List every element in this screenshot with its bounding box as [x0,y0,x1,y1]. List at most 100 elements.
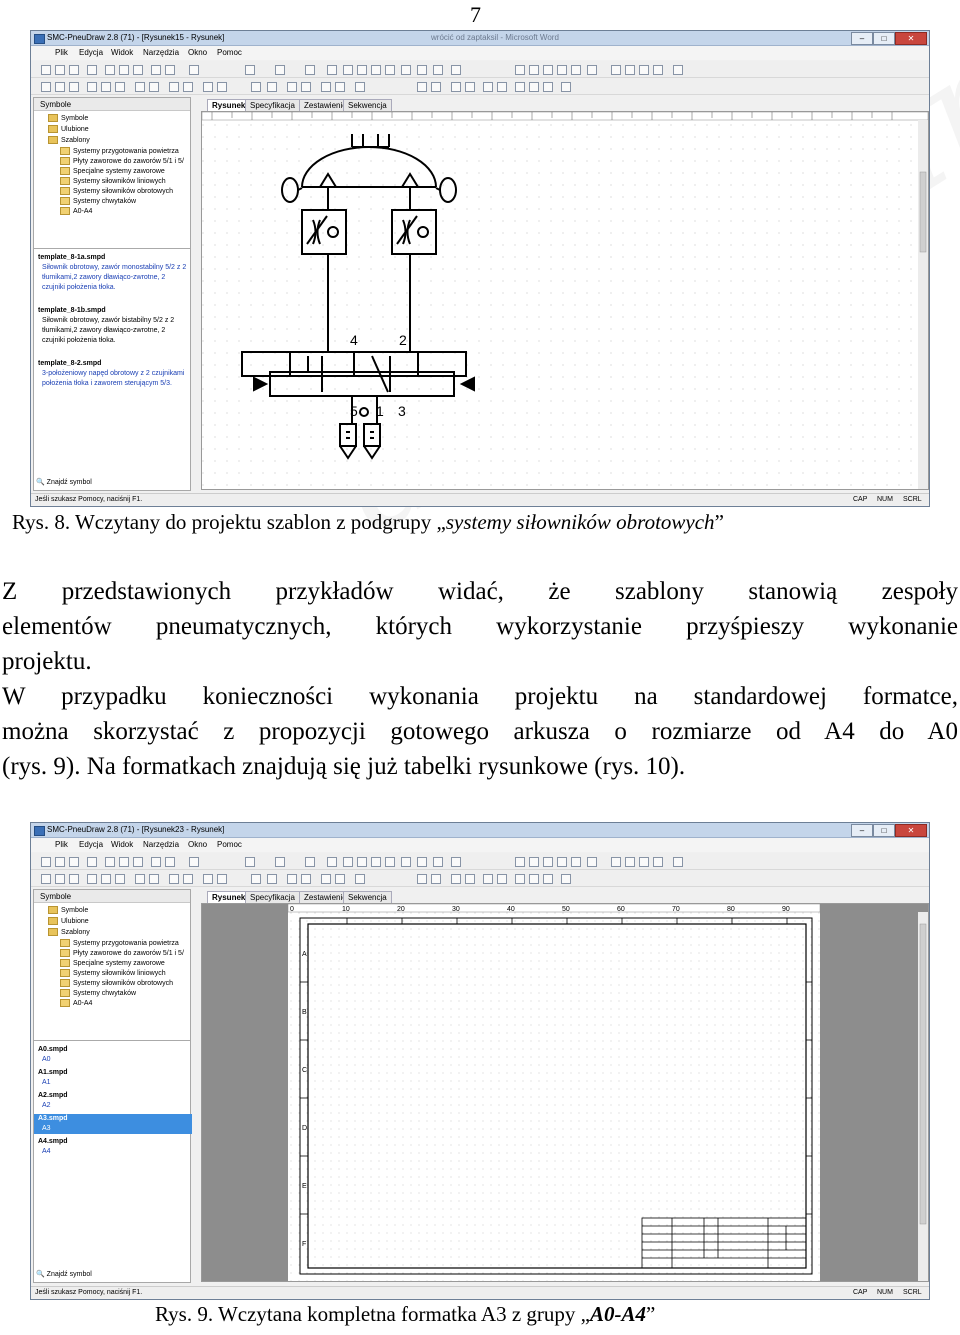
tree-child[interactable]: Systemy siłowników liniowych [60,177,166,185]
block2-icon[interactable] [431,82,441,92]
caret-right-icon[interactable] [653,65,663,75]
pan-icon[interactable] [571,857,581,867]
menu-narzedzia[interactable]: Narzędzia [143,840,179,849]
image-icon[interactable] [433,65,443,75]
export-icon[interactable] [355,82,365,92]
rectangle-icon[interactable] [357,65,367,75]
tree-child[interactable]: Specjalne systemy zaworowe [60,167,165,175]
polygon-icon[interactable] [371,857,381,867]
minimize-button[interactable]: – [851,32,873,45]
caret-right-icon[interactable] [653,857,663,867]
caret-up-icon[interactable] [639,65,649,75]
minus-icon[interactable] [625,65,635,75]
zoom-icon[interactable] [515,857,525,867]
new-icon[interactable] [41,857,51,867]
template-item[interactable]: template_8-1b.smpd Siłownik obrotowy, zaw… [38,306,188,346]
layer-icon[interactable] [251,874,261,884]
symbol2-icon[interactable] [301,874,311,884]
minimize-button[interactable]: – [851,824,873,837]
flip-icon[interactable] [217,82,227,92]
align-right-icon[interactable] [69,82,79,92]
rotate-icon[interactable] [203,82,213,92]
open-icon[interactable] [55,65,65,75]
block6-icon[interactable] [497,874,507,884]
table2-icon[interactable] [335,874,345,884]
copy-icon[interactable] [119,857,129,867]
plus-icon[interactable] [611,857,621,867]
arrow-up-icon[interactable] [515,874,525,884]
ungroup-icon[interactable] [149,874,159,884]
grid-icon[interactable] [587,65,597,75]
menu-pomoc[interactable]: Pomoc [217,840,242,849]
undo-icon[interactable] [151,65,161,75]
sheet-item[interactable]: A0.smpd A0 [38,1045,188,1065]
zoom-area-icon[interactable] [543,857,553,867]
plus-icon[interactable] [611,65,621,75]
ellipse-icon[interactable] [401,65,411,75]
tree-child[interactable]: Systemy chwytaków [60,197,136,205]
close-button[interactable]: ✕ [895,824,927,837]
rotate-icon[interactable] [203,874,213,884]
ungroup-icon[interactable] [149,82,159,92]
align-middle-icon[interactable] [101,874,111,884]
tree-child[interactable]: A0-A4 [60,999,92,1007]
tree-child[interactable]: Systemy przygotowania powietrza [60,939,179,947]
sheet-item[interactable]: A2.smpd A2 [38,1091,188,1111]
tree-child[interactable]: Płyty zaworowe do zaworów 5/1 i 5/ [60,949,184,957]
select-icon[interactable] [275,857,285,867]
zoom-fit-icon[interactable] [529,65,539,75]
arrow-up-icon[interactable] [515,82,525,92]
drawing-canvas[interactable]: 0 10 20 30 40 50 60 70 80 90 A B C D E F [201,903,929,1282]
block3-icon[interactable] [451,82,461,92]
arrow-down-icon[interactable] [561,874,571,884]
undo-icon[interactable] [151,857,161,867]
arrow-left-icon[interactable] [529,874,539,884]
polygon-icon[interactable] [371,65,381,75]
text-icon[interactable] [417,857,427,867]
tree-szablony[interactable]: Szablony [48,136,90,144]
copy-icon[interactable] [119,65,129,75]
align-center-icon[interactable] [55,874,65,884]
align-top-icon[interactable] [87,82,97,92]
block6-icon[interactable] [497,82,507,92]
tree-child[interactable]: Płyty zaworowe do zaworów 5/1 i 5/ [60,157,184,165]
front-icon[interactable] [169,874,179,884]
line-icon[interactable] [327,65,337,75]
align-bottom-icon[interactable] [115,874,125,884]
select-icon[interactable] [275,65,285,75]
zoom-area-icon[interactable] [543,65,553,75]
pointer-icon[interactable] [245,857,255,867]
connect-icon[interactable] [305,65,315,75]
block2-icon[interactable] [431,874,441,884]
ellipse-icon[interactable] [401,857,411,867]
angle-line-icon[interactable] [343,65,353,75]
pan-icon[interactable] [571,65,581,75]
layer2-icon[interactable] [267,874,277,884]
sheet-item[interactable]: A1.smpd A1 [38,1068,188,1088]
redo-icon[interactable] [165,65,175,75]
open-icon[interactable] [55,857,65,867]
align-left-icon[interactable] [41,82,51,92]
back-icon[interactable] [183,874,193,884]
group-icon[interactable] [135,874,145,884]
tree-symbole[interactable]: Symbole [48,114,88,122]
align-left-icon[interactable] [41,874,51,884]
redo-icon[interactable] [165,857,175,867]
line-icon[interactable] [327,857,337,867]
text-icon[interactable] [417,65,427,75]
menu-plik[interactable]: Plik [55,840,68,849]
tree-szablony[interactable]: Szablony [48,928,90,936]
pointer-icon[interactable] [245,65,255,75]
menu-pomoc[interactable]: Pomoc [217,48,242,57]
tree-child[interactable]: Specjalne systemy zaworowe [60,959,165,967]
block4-icon[interactable] [465,82,475,92]
table-icon[interactable] [321,874,331,884]
list-icon[interactable] [673,857,683,867]
find-symbol-link[interactable]: 🔍 Znajdź symbol [36,1270,92,1278]
arrow-right-icon[interactable] [543,874,553,884]
block5-icon[interactable] [483,874,493,884]
tree-child[interactable]: Systemy przygotowania powietrza [60,147,179,155]
rectangle-icon[interactable] [357,857,367,867]
paste-icon[interactable] [133,857,143,867]
layer-icon[interactable] [251,82,261,92]
